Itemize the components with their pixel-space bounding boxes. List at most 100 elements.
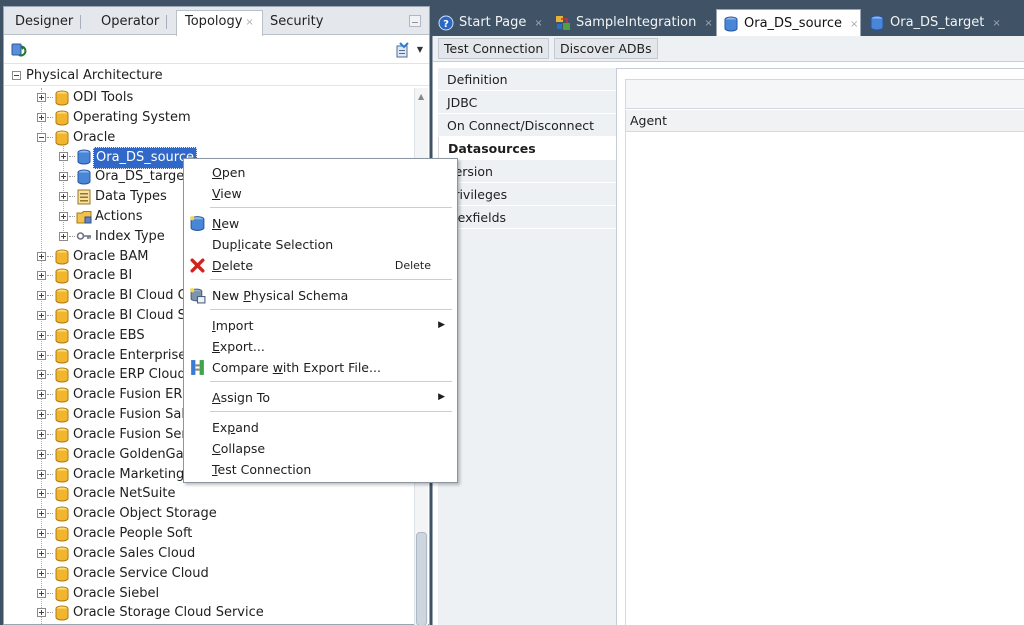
tree-node-oracle-object-storage[interactable]: Oracle Object Storage xyxy=(4,504,412,524)
tree-node-oracle-sales-cloud[interactable]: Oracle Sales Cloud xyxy=(4,544,412,564)
refresh-icon[interactable] xyxy=(11,42,27,58)
menu-item-assign-to[interactable]: Assign To ▶ xyxy=(184,387,457,408)
expand-toggle-icon[interactable] xyxy=(59,231,68,241)
nav-jdbc[interactable]: JDBC xyxy=(438,91,616,114)
technology-icon xyxy=(54,506,70,522)
close-icon[interactable]: × xyxy=(992,18,1000,29)
close-icon[interactable]: × xyxy=(850,19,858,30)
nav-definition[interactable]: Definition xyxy=(438,68,616,91)
tab-ora-ds-source[interactable]: Ora_DS_source × xyxy=(716,9,861,36)
menu-item-test-connection[interactable]: Test Connection xyxy=(184,459,457,480)
tree-node-oracle-service-cloud[interactable]: Oracle Service Cloud xyxy=(4,564,412,584)
expand-toggle-icon[interactable] xyxy=(37,350,46,360)
minimize-icon[interactable] xyxy=(409,15,421,27)
expand-toggle-icon[interactable] xyxy=(37,489,46,499)
tree-node-oracle-netsuite[interactable]: Oracle NetSuite xyxy=(4,484,412,504)
expand-toggle-icon[interactable] xyxy=(37,608,46,618)
expand-toggle-icon[interactable] xyxy=(59,172,68,182)
nav-on-connect-disconnect[interactable]: On Connect/Disconnect xyxy=(438,114,616,137)
close-icon[interactable]: × xyxy=(245,17,253,28)
expand-toggle-icon[interactable] xyxy=(37,311,46,321)
tab-operator[interactable]: Operator xyxy=(93,11,168,35)
physical-schema-icon xyxy=(190,288,206,304)
collapse-toggle-icon[interactable] xyxy=(12,71,21,80)
column-header-agent[interactable]: Agent xyxy=(625,110,1024,132)
expand-toggle-icon[interactable] xyxy=(37,370,46,380)
nav-privileges[interactable]: Privileges xyxy=(438,183,616,206)
menu-item-collapse[interactable]: Collapse xyxy=(184,438,457,459)
tab-security[interactable]: Security xyxy=(262,11,331,35)
tree-node-label: Oracle BI xyxy=(73,268,133,284)
tree-root[interactable]: Physical Architecture xyxy=(4,66,429,86)
tab-topology[interactable]: Topology × xyxy=(176,10,263,36)
tree-root-label: Physical Architecture xyxy=(26,68,163,83)
tab-start-page[interactable]: ? Start Page × xyxy=(432,9,547,36)
tree-connector xyxy=(47,116,53,118)
connect-icon[interactable] xyxy=(395,42,411,58)
expand-toggle-icon[interactable] xyxy=(37,291,46,301)
tree-connector xyxy=(47,374,53,376)
expand-toggle-icon[interactable] xyxy=(37,588,46,598)
technology-icon xyxy=(54,427,70,443)
expand-toggle-icon[interactable] xyxy=(37,529,46,539)
expand-toggle-icon[interactable] xyxy=(37,410,46,420)
test-connection-button[interactable]: Test Connection xyxy=(438,38,550,59)
nav-datasources[interactable]: Datasources xyxy=(438,137,616,160)
tree-node-oracle-siebel[interactable]: Oracle Siebel xyxy=(4,584,412,604)
submenu-arrow-icon: ▶ xyxy=(438,392,445,402)
close-icon[interactable]: × xyxy=(534,18,542,29)
menu-item-open[interactable]: Open xyxy=(184,162,457,183)
technology-icon xyxy=(54,407,70,423)
menu-item-expand[interactable]: Expand xyxy=(184,417,457,438)
expand-toggle-icon[interactable] xyxy=(37,112,46,122)
collapse-toggle-icon[interactable] xyxy=(37,132,46,142)
menu-item-new-physical-schema[interactable]: New Physical Schema xyxy=(184,285,457,306)
expand-toggle-icon[interactable] xyxy=(37,509,46,519)
expand-toggle-icon[interactable] xyxy=(37,548,46,558)
tree-connector xyxy=(47,97,53,98)
expand-toggle-icon[interactable] xyxy=(37,251,46,261)
menu-item-import[interactable]: Import ▶ xyxy=(184,315,457,336)
expand-toggle-icon[interactable] xyxy=(37,568,46,578)
expand-toggle-icon[interactable] xyxy=(59,211,68,221)
tree-connector xyxy=(47,493,53,495)
expand-toggle-icon[interactable] xyxy=(37,449,46,459)
discover-adbs-button[interactable]: Discover ADBs xyxy=(554,38,658,59)
menu-item-export[interactable]: Export... xyxy=(184,336,457,357)
technology-icon xyxy=(54,387,70,403)
expand-toggle-icon[interactable] xyxy=(37,469,46,479)
expand-toggle-icon[interactable] xyxy=(37,390,46,400)
tree-node-label: Oracle BAM xyxy=(73,248,149,264)
expand-toggle-icon[interactable] xyxy=(59,152,68,162)
menu-item-compare-with-export-file[interactable]: Compare with Export File... xyxy=(184,357,457,378)
tab-ora-ds-target[interactable]: Ora_DS_target × xyxy=(863,9,1003,36)
menu-item-delete[interactable]: Delete Delete xyxy=(184,255,457,276)
datasources-toolbar xyxy=(625,79,1024,109)
scrollbar-thumb[interactable] xyxy=(416,532,427,625)
tree-node-oracle-people-soft[interactable]: Oracle People Soft xyxy=(4,524,412,544)
tree-node-label: Data Types xyxy=(95,189,167,205)
expand-toggle-icon[interactable] xyxy=(59,192,68,202)
tree-node-odi-tools[interactable]: ODI Tools xyxy=(4,88,412,108)
expand-toggle-icon[interactable] xyxy=(37,429,46,439)
tree-node-operating-system[interactable]: Operating System xyxy=(4,108,412,128)
tree-node-oracle[interactable]: Oracle xyxy=(4,128,412,148)
nav-flexfields[interactable]: Flexfields xyxy=(438,206,616,229)
expand-toggle-icon[interactable] xyxy=(37,93,46,102)
scroll-up-icon[interactable]: ▲ xyxy=(418,92,424,101)
tree-node-oracle-storage-cloud-service[interactable]: Oracle Storage Cloud Service xyxy=(4,603,412,623)
tab-sample-integration[interactable]: SampleIntegration × xyxy=(549,9,714,36)
data-types-icon xyxy=(76,189,92,205)
expand-toggle-icon[interactable] xyxy=(37,330,46,340)
expand-toggle-icon[interactable] xyxy=(37,271,46,281)
nav-version[interactable]: Version xyxy=(438,160,616,183)
tree-connector xyxy=(47,414,53,416)
menu-item-new[interactable]: New xyxy=(184,213,457,234)
chevron-down-icon[interactable]: ▼ xyxy=(417,45,423,54)
tab-designer[interactable]: Designer xyxy=(7,11,82,35)
menu-item-duplicate-selection[interactable]: Duplicate Selection xyxy=(184,234,457,255)
close-icon[interactable]: × xyxy=(704,18,712,29)
tree-connector xyxy=(69,215,75,217)
menu-item-label: Expand xyxy=(212,420,259,435)
menu-item-view[interactable]: View xyxy=(184,183,457,204)
